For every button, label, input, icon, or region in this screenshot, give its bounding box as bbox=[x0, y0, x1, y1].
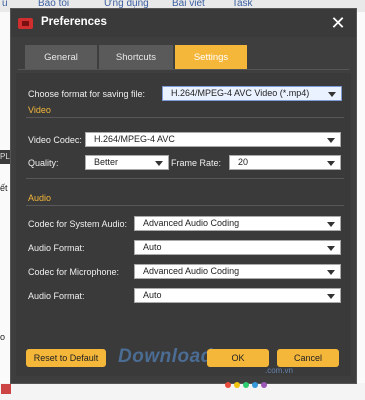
video-codec-label: Video Codec: bbox=[28, 135, 82, 145]
format-select[interactable]: H.264/MPEG-4 AVC Video (*.mp4) bbox=[162, 86, 342, 101]
microphone-codec-select[interactable]: Advanced Audio Coding bbox=[134, 264, 341, 279]
divider bbox=[26, 178, 344, 179]
watermark-domain: .com.vn bbox=[265, 366, 294, 375]
dot-icon bbox=[243, 382, 249, 388]
system-audio-format-value: Auto bbox=[143, 242, 162, 252]
framerate-value: 20 bbox=[238, 157, 249, 167]
tab-general[interactable]: General bbox=[25, 45, 97, 69]
microphone-format-select[interactable]: Auto bbox=[134, 288, 341, 303]
microphone-codec-label: Codec for Microphone: bbox=[28, 267, 120, 277]
framerate-select[interactable]: 20 bbox=[229, 155, 341, 170]
system-audio-codec-value: Advanced Audio Coding bbox=[143, 218, 240, 228]
microphone-format-label: Audio Format: bbox=[28, 291, 85, 301]
chevron-down-icon bbox=[328, 92, 336, 97]
quality-value: Better bbox=[94, 157, 119, 167]
video-codec-value: H.264/MPEG-4 AVC bbox=[94, 134, 175, 144]
framerate-label: Frame Rate: bbox=[171, 158, 222, 168]
dot-icon bbox=[261, 382, 267, 388]
system-audio-format-label: Audio Format: bbox=[28, 243, 85, 253]
chevron-down-icon bbox=[155, 161, 163, 166]
background-text: o bbox=[0, 332, 6, 342]
cancel-button[interactable]: Cancel bbox=[277, 349, 339, 367]
background-toolbar-strip: PL bbox=[0, 150, 10, 164]
ok-button[interactable]: OK bbox=[207, 349, 269, 367]
settings-panel: Choose format for saving file: H.264/MPE… bbox=[16, 73, 351, 376]
dialog-title: Preferences bbox=[41, 16, 107, 28]
background-text: ết bbox=[0, 183, 8, 193]
quality-label: Quality: bbox=[28, 158, 59, 168]
tab-shortcuts[interactable]: Shortcuts bbox=[99, 45, 173, 69]
system-audio-codec-label: Codec for System Audio: bbox=[28, 219, 128, 229]
dialog-titlebar[interactable]: Preferences ✕ bbox=[11, 9, 356, 37]
tab-divider bbox=[18, 69, 349, 70]
dot-icon bbox=[234, 382, 240, 388]
background-nav-link[interactable]: u bbox=[2, 0, 8, 9]
divider bbox=[26, 205, 344, 206]
preferences-dialog: Preferences ✕ General Shortcuts Settings… bbox=[10, 8, 357, 384]
format-label: Choose format for saving file: bbox=[28, 89, 146, 99]
dot-icon bbox=[252, 382, 258, 388]
background-badge-icon bbox=[1, 384, 11, 394]
format-select-value: H.264/MPEG-4 AVC Video (*.mp4) bbox=[171, 88, 310, 98]
watermark-dots bbox=[225, 380, 270, 390]
background-footer bbox=[0, 383, 365, 400]
video-codec-select[interactable]: H.264/MPEG-4 AVC bbox=[85, 132, 341, 147]
video-section-title: Video bbox=[28, 105, 51, 115]
tab-settings[interactable]: Settings bbox=[175, 45, 247, 69]
chevron-down-icon bbox=[327, 161, 335, 166]
chevron-down-icon bbox=[327, 138, 335, 143]
system-audio-codec-select[interactable]: Advanced Audio Coding bbox=[134, 216, 341, 231]
chevron-down-icon bbox=[327, 270, 335, 275]
background-right-margin bbox=[356, 12, 365, 400]
dot-icon bbox=[225, 382, 231, 388]
chevron-down-icon bbox=[327, 246, 335, 251]
app-logo-icon bbox=[18, 18, 33, 29]
audio-section-title: Audio bbox=[28, 193, 52, 203]
system-audio-format-select[interactable]: Auto bbox=[134, 240, 341, 255]
quality-select[interactable]: Better bbox=[85, 155, 169, 170]
divider bbox=[26, 117, 344, 118]
chevron-down-icon bbox=[327, 294, 335, 299]
close-icon[interactable]: ✕ bbox=[329, 12, 347, 34]
reset-to-default-button[interactable]: Reset to Default bbox=[26, 349, 106, 367]
chevron-down-icon bbox=[327, 222, 335, 227]
microphone-format-value: Auto bbox=[143, 290, 162, 300]
microphone-codec-value: Advanced Audio Coding bbox=[143, 266, 240, 276]
